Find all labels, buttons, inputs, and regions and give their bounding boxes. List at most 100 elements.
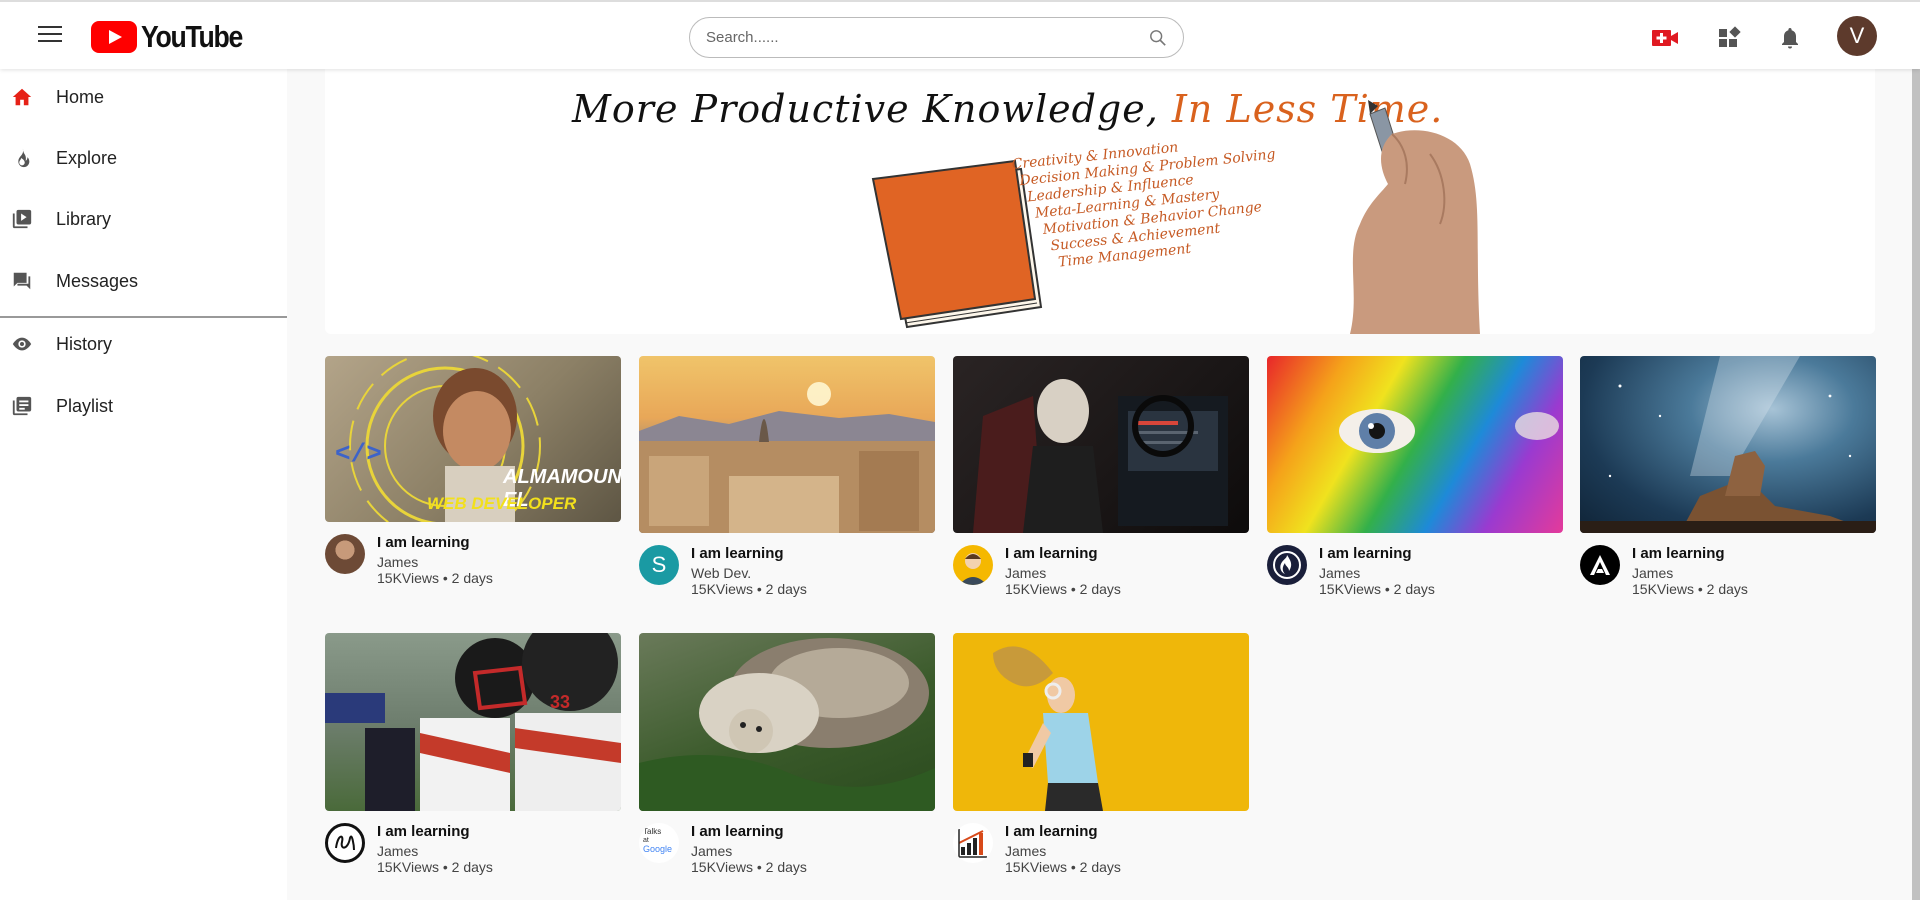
video-title[interactable]: I am learning bbox=[1005, 823, 1121, 841]
video-title[interactable]: I am learning bbox=[377, 534, 493, 552]
thumbnail-art bbox=[639, 638, 935, 811]
channel-name[interactable]: James bbox=[1319, 565, 1435, 581]
home-icon bbox=[11, 86, 33, 108]
sidebar-item-messages[interactable]: Messages bbox=[0, 257, 287, 305]
video-thumbnail[interactable]: 33 bbox=[325, 633, 621, 811]
channel-avatar[interactable] bbox=[953, 545, 993, 585]
video-title[interactable]: I am learning bbox=[1319, 545, 1435, 563]
video-thumbnail[interactable] bbox=[953, 356, 1249, 533]
thumbnail-art bbox=[973, 379, 1228, 533]
channel-name[interactable]: James bbox=[1005, 565, 1121, 581]
sidebar-divider bbox=[0, 316, 287, 318]
channel-name[interactable]: James bbox=[1632, 565, 1748, 581]
video-stats: 15KViews • 2 days bbox=[1005, 859, 1121, 875]
fire-icon bbox=[11, 147, 33, 169]
person-avatar-icon bbox=[959, 553, 987, 585]
channel-avatar[interactable] bbox=[953, 823, 993, 863]
channel-name[interactable]: Web Dev. bbox=[691, 565, 807, 581]
video-title[interactable]: I am learning bbox=[1632, 545, 1748, 563]
sidebar-item-label: Explore bbox=[56, 147, 118, 168]
banner-title-main: More Productive Knowledge, bbox=[572, 87, 1159, 131]
video-card[interactable]: Talks at Google I am learning James 15KV… bbox=[639, 633, 935, 875]
video-card[interactable]: </> ALMAMOUN EL WEB DEVELOPER I am learn… bbox=[325, 356, 621, 586]
video-title[interactable]: I am learning bbox=[691, 823, 807, 841]
channel-name[interactable]: James bbox=[1005, 843, 1121, 859]
search-input[interactable] bbox=[706, 29, 1126, 46]
channel-name[interactable]: James bbox=[377, 554, 493, 570]
sidebar-item-playlist[interactable]: Playlist bbox=[0, 382, 287, 430]
avatar-caption: Google bbox=[643, 844, 673, 854]
channel-avatar[interactable] bbox=[1580, 545, 1620, 585]
channel-avatar[interactable]: Talks at Google bbox=[639, 823, 679, 863]
video-stats: 15KViews • 2 days bbox=[1319, 581, 1435, 597]
video-thumbnail[interactable] bbox=[953, 633, 1249, 811]
playlist-icon bbox=[11, 395, 33, 417]
sidebar-item-history[interactable]: History bbox=[0, 320, 287, 368]
thumbnail-art bbox=[1580, 356, 1876, 533]
video-stats: 15KViews • 2 days bbox=[691, 859, 807, 875]
video-thumbnail[interactable] bbox=[1580, 356, 1876, 533]
channel-avatar[interactable] bbox=[1267, 545, 1307, 585]
video-thumbnail[interactable] bbox=[1267, 356, 1563, 533]
user-avatar[interactable]: V bbox=[1837, 16, 1877, 56]
create-video-icon[interactable] bbox=[1651, 26, 1679, 50]
video-stats: 15KViews • 2 days bbox=[377, 859, 493, 875]
channel-name[interactable]: James bbox=[691, 843, 807, 859]
video-title[interactable]: I am learning bbox=[377, 823, 493, 841]
video-card[interactable]: 33 I am learning James 15KViews • 2 days bbox=[325, 633, 621, 875]
thumbnail-text-role: WEB DEVELOPER bbox=[427, 494, 577, 513]
video-card[interactable]: S I am learning Web Dev. 15KViews • 2 da… bbox=[639, 356, 935, 597]
eye-icon bbox=[11, 333, 33, 355]
channel-name[interactable]: James bbox=[377, 843, 493, 859]
video-title[interactable]: I am learning bbox=[691, 545, 807, 563]
thumbnail-art: 33 bbox=[325, 633, 621, 811]
video-title[interactable]: I am learning bbox=[1005, 545, 1121, 563]
avatar-caption: Talks bbox=[643, 827, 662, 836]
video-card[interactable]: I am learning James 15KViews • 2 days bbox=[953, 633, 1249, 875]
video-stats: 15KViews • 2 days bbox=[1005, 581, 1121, 597]
sidebar-item-home[interactable]: Home bbox=[0, 73, 287, 121]
video-thumbnail[interactable]: </> ALMAMOUN EL WEB DEVELOPER bbox=[325, 356, 621, 522]
channel-avatar[interactable] bbox=[325, 534, 365, 574]
banner-topic-list: Creativity & Innovation Decision Making … bbox=[1011, 129, 1285, 275]
chat-icon bbox=[11, 270, 33, 292]
sidebar-item-label: Home bbox=[56, 86, 105, 107]
logo-text: YouTube bbox=[141, 19, 243, 54]
scrollbar-track[interactable] bbox=[1912, 0, 1920, 900]
channel-avatar[interactable] bbox=[325, 823, 365, 863]
thumbnail-art bbox=[639, 382, 935, 533]
video-card[interactable]: I am learning James 15KViews • 2 days bbox=[1580, 356, 1876, 597]
sidebar: Home Explore Library Messages History Pl… bbox=[0, 69, 287, 900]
sidebar-item-label: Library bbox=[56, 208, 112, 229]
menu-icon[interactable] bbox=[38, 26, 62, 44]
video-library-icon bbox=[11, 208, 33, 230]
sidebar-item-label: Playlist bbox=[56, 395, 114, 416]
sidebar-item-label: Messages bbox=[56, 270, 139, 291]
thumbnail-art bbox=[993, 646, 1103, 811]
flame-logo-icon bbox=[1273, 551, 1301, 579]
search-bar bbox=[689, 17, 1184, 58]
video-stats: 15KViews • 2 days bbox=[1632, 581, 1748, 597]
chart-logo-icon bbox=[958, 829, 987, 858]
notifications-bell-icon[interactable] bbox=[1776, 26, 1804, 50]
hand-with-marker-illustration bbox=[1350, 100, 1480, 334]
scrollbar-thumb[interactable] bbox=[1912, 60, 1920, 900]
video-thumbnail[interactable] bbox=[639, 633, 935, 811]
sidebar-item-label: History bbox=[56, 333, 113, 354]
play-logo-icon bbox=[91, 21, 137, 53]
signature-logo-icon bbox=[335, 835, 355, 851]
youtube-logo[interactable]: YouTube bbox=[91, 19, 259, 55]
channel-avatar[interactable]: S bbox=[639, 545, 679, 585]
video-card[interactable]: I am learning James 15KViews • 2 days bbox=[953, 356, 1249, 597]
svg-text:33: 33 bbox=[550, 692, 570, 712]
apps-icon[interactable] bbox=[1715, 26, 1743, 50]
sidebar-item-library[interactable]: Library bbox=[0, 195, 287, 243]
top-bar: YouTube V bbox=[0, 0, 1920, 69]
sidebar-item-explore[interactable]: Explore bbox=[0, 134, 287, 182]
video-thumbnail[interactable] bbox=[639, 356, 935, 533]
svg-text:</>: </> bbox=[335, 439, 382, 469]
hero-banner[interactable]: More Productive Knowledge, In Less Time.… bbox=[325, 69, 1875, 334]
search-icon[interactable] bbox=[1149, 29, 1167, 47]
triangle-logo-icon bbox=[1590, 555, 1610, 575]
video-card[interactable]: I am learning James 15KViews • 2 days bbox=[1267, 356, 1563, 597]
